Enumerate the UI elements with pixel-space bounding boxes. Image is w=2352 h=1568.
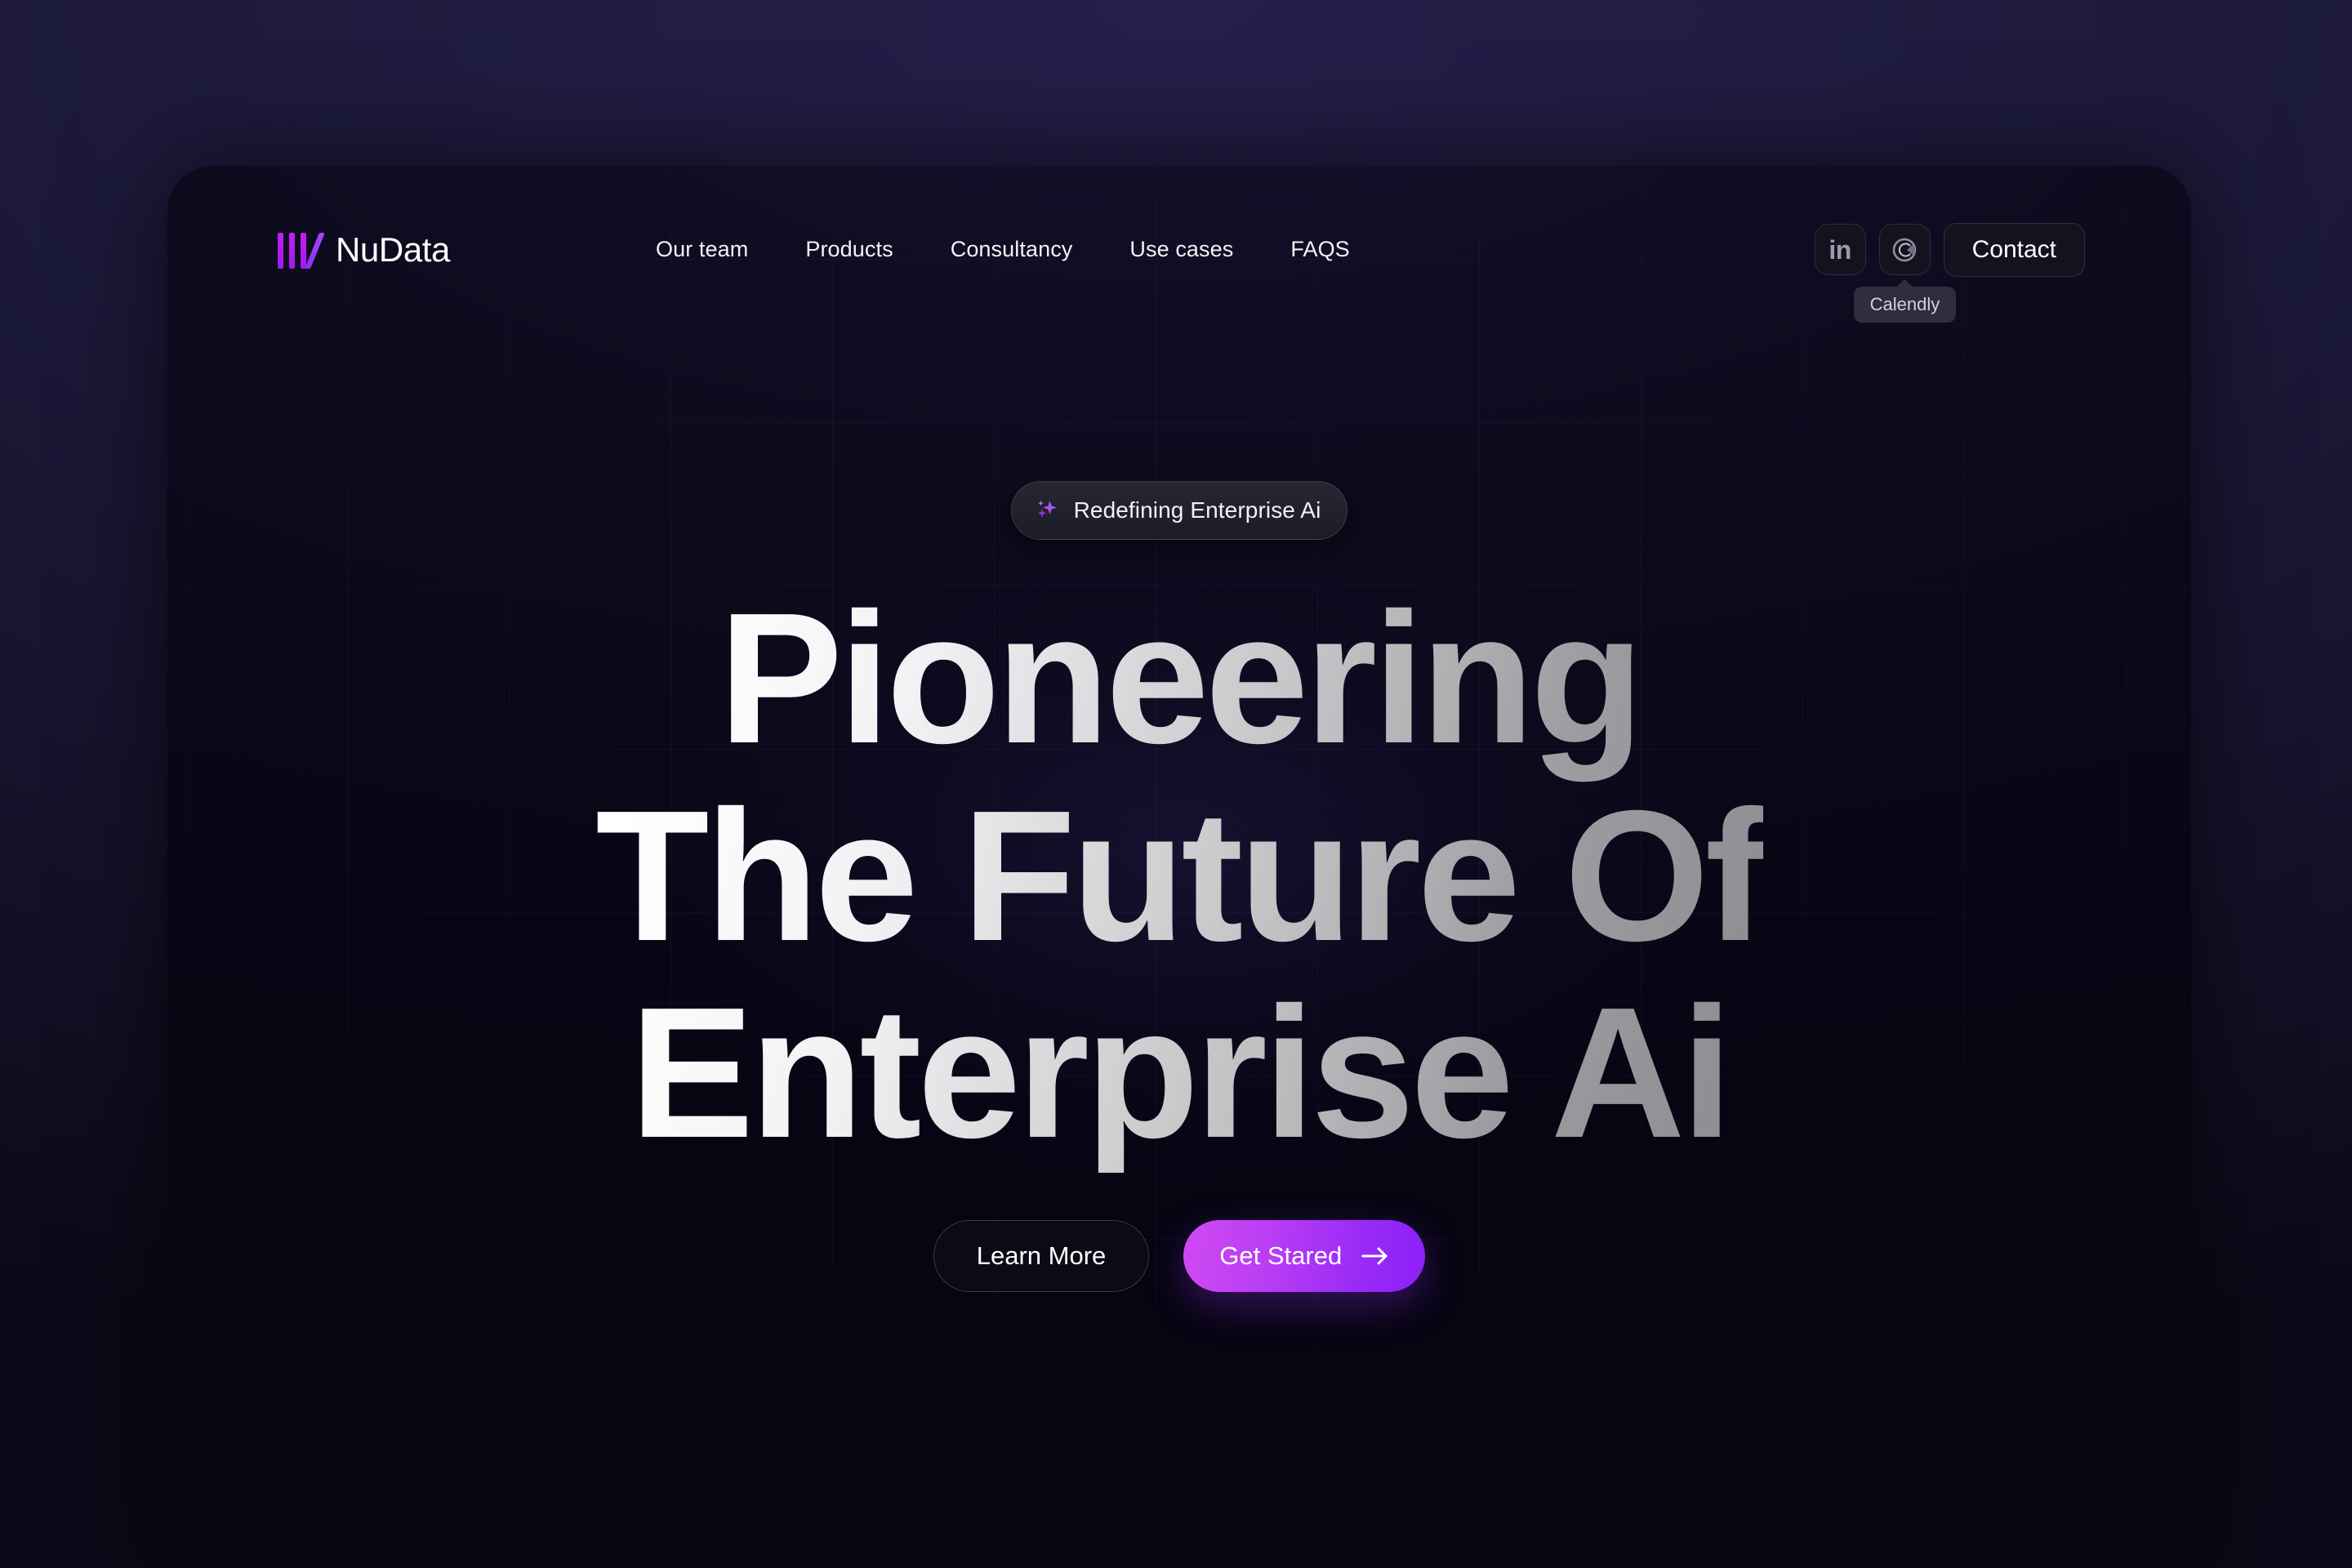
site-header: NuData Our team Products Consultancy Use… bbox=[167, 166, 2191, 333]
get-started-button[interactable]: Get Stared bbox=[1183, 1220, 1426, 1293]
main-navigation: Our team Products Consultancy Use cases … bbox=[656, 237, 1350, 262]
calendly-icon bbox=[1892, 238, 1917, 261]
page-root: NuData Our team Products Consultancy Use… bbox=[0, 0, 2352, 1568]
nav-item-use-cases[interactable]: Use cases bbox=[1129, 237, 1233, 262]
nav-item-faqs[interactable]: FAQS bbox=[1290, 237, 1349, 262]
hero-cta-row: Learn More Get Stared bbox=[933, 1220, 1426, 1293]
contact-button[interactable]: Contact bbox=[1943, 222, 2085, 277]
brand-name: NuData bbox=[336, 229, 451, 269]
linkedin-icon: in bbox=[1829, 234, 1851, 265]
nav-item-consultancy[interactable]: Consultancy bbox=[951, 237, 1073, 262]
calendly-button[interactable] bbox=[1878, 224, 1931, 275]
hero-badge[interactable]: Redefining Enterprise Ai bbox=[1010, 481, 1348, 540]
hero-card: NuData Our team Products Consultancy Use… bbox=[167, 166, 2191, 1568]
header-actions: in Contact Calendly bbox=[1814, 222, 2085, 323]
hero-section: Redefining Enterprise Ai Pioneering The … bbox=[167, 166, 2191, 1568]
nav-item-our-team[interactable]: Our team bbox=[656, 237, 748, 262]
hero-headline: Pioneering The Future Of Enterprise Ai bbox=[595, 575, 1767, 1178]
linkedin-button[interactable]: in bbox=[1814, 224, 1866, 275]
learn-more-button[interactable]: Learn More bbox=[933, 1220, 1150, 1293]
arrow-right-icon bbox=[1361, 1247, 1388, 1265]
brand-logo[interactable]: NuData bbox=[278, 230, 450, 270]
nav-item-products[interactable]: Products bbox=[805, 237, 893, 262]
calendly-tooltip: Calendly bbox=[1853, 286, 1957, 323]
logo-mark-icon bbox=[278, 231, 325, 269]
get-started-label: Get Stared bbox=[1219, 1241, 1343, 1271]
hero-badge-label: Redefining Enterprise Ai bbox=[1073, 497, 1321, 523]
sparkles-icon bbox=[1037, 500, 1057, 518]
